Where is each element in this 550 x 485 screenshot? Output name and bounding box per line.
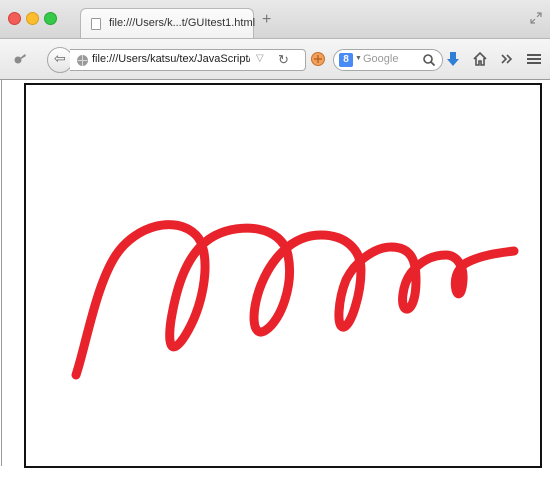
- back-arrow-icon: ⇦: [54, 50, 66, 66]
- fullscreen-icon[interactable]: [530, 12, 542, 24]
- home-icon[interactable]: [472, 51, 488, 67]
- minimize-window-button[interactable]: [26, 12, 39, 25]
- search-box[interactable]: 8 ▼ Google: [333, 49, 443, 71]
- window-edge: [1, 80, 2, 466]
- tab-active[interactable]: file:///Users/k...t/GUItest1.html: [80, 8, 256, 38]
- search-engine-icon[interactable]: 8: [339, 53, 353, 67]
- download-arrow-icon[interactable]: [446, 51, 460, 67]
- url-text[interactable]: file:///Users/katsu/tex/JavaScript/GUIte…: [92, 53, 250, 65]
- navigation-toolbar: ⇦ file:///Users/katsu/tex/JavaScript/GUI…: [0, 38, 550, 80]
- maximize-window-button[interactable]: [44, 12, 57, 25]
- tab-strip: file:///Users/k...t/GUItest1.html +: [0, 0, 550, 38]
- globe-icon: [77, 55, 88, 66]
- search-icon[interactable]: [422, 53, 436, 67]
- page-icon: [91, 18, 101, 30]
- new-tab-button[interactable]: +: [262, 12, 271, 28]
- bookmark-ball-icon[interactable]: [310, 51, 326, 67]
- drawing-canvas[interactable]: [24, 83, 542, 468]
- freehand-stroke: [71, 220, 519, 380]
- hamburger-menu-icon[interactable]: [527, 53, 541, 65]
- search-placeholder: Google: [363, 53, 399, 65]
- tab-title: file:///Users/k...t/GUItest1.html: [109, 17, 256, 29]
- dropdown-arrow-icon[interactable]: ▽: [256, 53, 264, 64]
- addons-icon[interactable]: [12, 51, 28, 67]
- reload-icon[interactable]: ↻: [278, 52, 289, 68]
- url-bar[interactable]: file:///Users/katsu/tex/JavaScript/GUIte…: [70, 49, 306, 71]
- close-window-button[interactable]: [8, 12, 21, 25]
- search-engine-caret-icon[interactable]: ▼: [355, 55, 362, 62]
- overflow-chevron-icon[interactable]: [500, 52, 514, 66]
- browser-window: file:///Users/k...t/GUItest1.html + ⇦ fi…: [0, 0, 550, 485]
